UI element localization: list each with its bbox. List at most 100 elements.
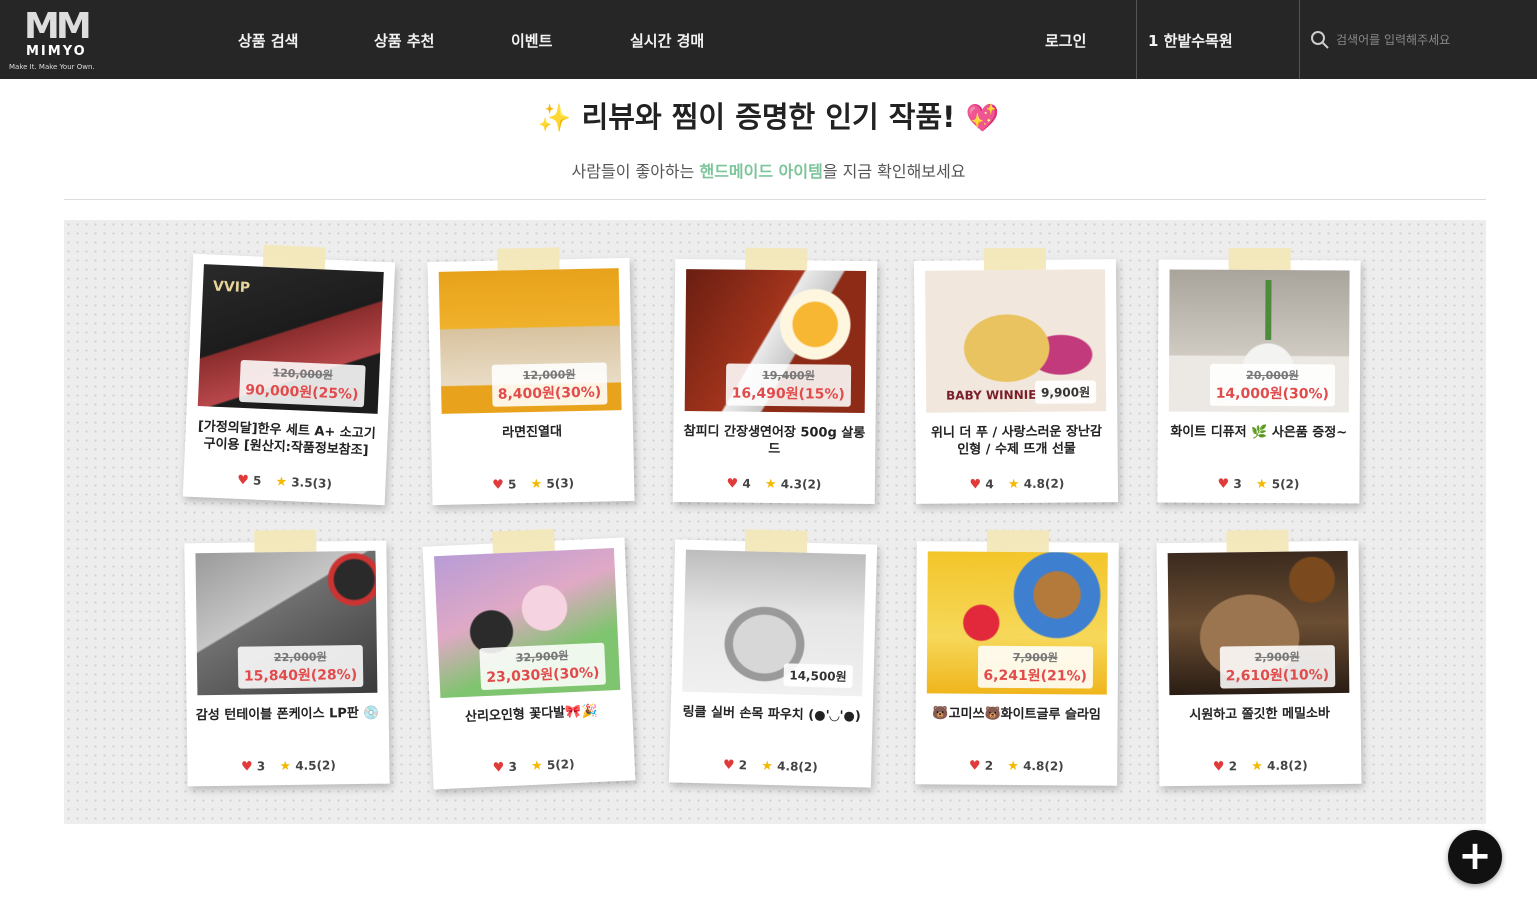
logo-name: MIMYO (26, 44, 87, 59)
product-meta: ♥ 3 ★ 5(2) (1157, 476, 1359, 492)
original-price: 2,900원 (1254, 650, 1300, 665)
heart-icon: ♥ (492, 760, 505, 776)
photo-label: VVIP (212, 278, 251, 297)
nav-event[interactable]: 이벤트 (511, 30, 552, 51)
nav-product-search[interactable]: 상품 검색 (238, 30, 298, 51)
tape-decoration (1228, 247, 1291, 271)
sale-price: 2,610원(10%) (1225, 667, 1330, 685)
like-count: 5 (507, 477, 517, 492)
rating: 3.5(3) (291, 475, 333, 491)
product-meta: ♥ 5 ★ 3.5(3) (183, 471, 385, 495)
product-title: 라면진열대 (502, 424, 563, 441)
tape-decoration (262, 244, 326, 270)
rating: 4.5(2) (295, 758, 336, 773)
nav-live-auction[interactable]: 실시간 경매 (630, 30, 704, 51)
heart-icon: 💖 (965, 103, 1000, 134)
product-card[interactable]: VVIP 120,000원 90,000원(25%) [가정의달]한우 세트 A… (182, 244, 396, 506)
heart-icon: ♥ (240, 759, 253, 775)
add-button[interactable]: + (1448, 830, 1502, 884)
heart-icon: ♥ (236, 472, 250, 489)
section-title-text: 리뷰와 찜이 증명한 인기 작품! (581, 100, 956, 134)
like-count: 2 (984, 758, 994, 773)
star-icon: ★ (530, 476, 543, 493)
rating: 4.8(2) (776, 759, 818, 775)
product-meta: ♥ 4 ★ 4.3(2) (673, 476, 875, 493)
product-image: 32,900원 23,030원(30%) (434, 548, 621, 699)
search-box (1310, 28, 1510, 52)
product-meta: ♥ 2 ★ 4.8(2) (1159, 758, 1361, 775)
heart-icon: ♥ (722, 757, 735, 774)
product-title: [가정의달]한우 세트 A+ 소고기 구이용 [원산지:작품정보참조] (197, 419, 377, 459)
search-icon[interactable] (1310, 30, 1330, 50)
product-image: VVIP 120,000원 90,000원(25%) (197, 264, 384, 414)
product-image: BABY WINNIE THE 9,900원 (925, 269, 1107, 413)
price-tag: 22,000원 15,840원(28%) (237, 644, 364, 689)
plus-icon: + (1458, 833, 1492, 879)
original-price: 22,000원 (273, 650, 327, 665)
like-count: 3 (1233, 476, 1242, 491)
price-tag: 19,400원 16,490원(15%) (725, 363, 852, 407)
product-image: 19,400원 16,490원(15%) (684, 269, 867, 413)
product-title: 감성 턴테이블 폰케이스 LP판 💿 (195, 705, 380, 724)
product-title: 🐻고미쓰🐻화이트글루 슬라임 (932, 706, 1101, 723)
top-navigation-bar: MM MIMYO Make It. Make Your Own. 상품 검색 상… (0, 0, 1537, 79)
product-card[interactable]: 14,500원 링클 실버 손목 파우치 (●'◡'●) ♥ 2 ★ 4.8(2… (668, 529, 878, 788)
product-card[interactable]: 32,900원 23,030원(30%) 산리오인형 꽃다발🎀🎉 ♥ 3 ★ 5… (422, 528, 636, 790)
sale-price: 23,030원(30%) (486, 664, 600, 686)
product-card[interactable]: 12,000원 8,400원(30%) 라면진열대 ♥ 5 ★ 5(3) (427, 247, 635, 506)
nav-divider (1299, 0, 1300, 79)
sparkles-icon: ✨ (537, 103, 572, 134)
product-board: VVIP 120,000원 90,000원(25%) [가정의달]한우 세트 A… (64, 220, 1486, 824)
star-icon: ★ (1251, 758, 1263, 775)
tape-decoration (491, 528, 555, 554)
star-icon: ★ (761, 758, 774, 775)
sale-price: 14,000원(30%) (1215, 385, 1329, 403)
product-meta: ♥ 3 ★ 4.5(2) (187, 758, 389, 776)
product-card[interactable]: 2,900원 2,610원(10%) 시원하고 쫄깃한 메밀소바 ♥ 2 ★ 4… (1156, 529, 1362, 787)
sale-price: 14,500원 (783, 663, 853, 689)
login-link[interactable]: 로그인 (1045, 30, 1086, 51)
like-count: 4 (742, 476, 751, 491)
rating: 5(2) (546, 757, 575, 773)
product-meta: ♥ 2 ★ 4.8(2) (669, 756, 871, 776)
product-card[interactable]: 7,900원 6,241원(21%) 🐻고미쓰🐻화이트글루 슬라임 ♥ 2 ★ … (915, 529, 1119, 786)
product-title: 화이트 디퓨저 🌿 사은품 증정~ (1170, 424, 1348, 441)
product-image: 20,000원 14,000원(30%) (1168, 269, 1350, 413)
price-tag: 20,000원 14,000원(30%) (1209, 363, 1336, 407)
product-meta: ♥ 3 ★ 5(2) (432, 754, 634, 778)
like-count: 3 (508, 759, 518, 775)
product-card[interactable]: 20,000원 14,000원(30%) 화이트 디퓨저 🌿 사은품 증정~ ♥… (1157, 247, 1361, 504)
product-title: 참피디 간장생연어장 500g 살롱드 (683, 424, 866, 458)
sale-price: 15,840원(28%) (243, 667, 358, 685)
product-card[interactable]: 19,400원 16,490원(15%) 참피디 간장생연어장 500g 살롱드… (672, 247, 878, 505)
product-title: 산리오인형 꽃다발🎀🎉 (464, 703, 598, 725)
sale-price: 9,900원 (1034, 380, 1097, 404)
user-menu[interactable]: 1 한밭수목원 (1148, 30, 1233, 51)
rating: 4.3(2) (780, 477, 822, 492)
price-tag: 32,900원 23,030원(30%) (479, 642, 607, 691)
nav-product-recommend[interactable]: 상품 추천 (374, 30, 434, 51)
mimyo-logo[interactable]: MM MIMYO Make It. Make Your Own. (8, 6, 108, 74)
star-icon: ★ (275, 474, 288, 491)
tape-decoration (497, 247, 560, 271)
tape-decoration (1226, 529, 1289, 553)
tape-decoration (254, 529, 317, 553)
price-tag: 7,900원 6,241원(21%) (977, 645, 1094, 689)
product-card[interactable]: BABY WINNIE THE 9,900원 위니 더 푸 / 사랑스러운 장난… (913, 247, 1119, 504)
subtitle-text: 을 지금 확인해보세요 (822, 162, 966, 181)
product-image: 7,900원 6,241원(21%) (926, 551, 1108, 695)
tape-decoration (745, 247, 808, 271)
price-tag: 2,900원 2,610원(10%) (1219, 645, 1336, 689)
sale-price: 6,241원(21%) (983, 667, 1087, 685)
star-icon: ★ (1007, 476, 1020, 493)
like-count: 5 (252, 473, 262, 488)
star-icon: ★ (1255, 476, 1268, 493)
section-title: ✨ 리뷰와 찜이 증명한 인기 작품! 💖 (0, 94, 1537, 136)
search-input[interactable] (1336, 28, 1506, 52)
tape-decoration (986, 529, 1049, 553)
original-price: 7,900원 (1012, 650, 1058, 665)
heart-icon: ♥ (968, 758, 981, 774)
like-count: 3 (256, 759, 266, 774)
product-card[interactable]: 22,000원 15,840원(28%) 감성 턴테이블 폰케이스 LP판 💿 … (184, 529, 390, 787)
tape-decoration (744, 529, 808, 553)
